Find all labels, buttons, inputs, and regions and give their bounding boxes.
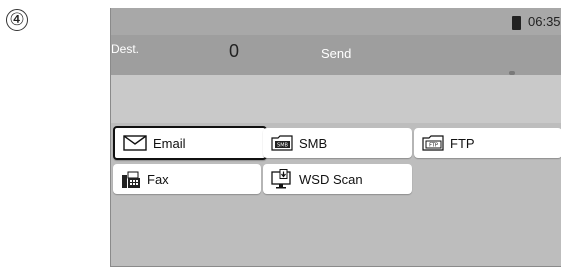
svg-text:FTP: FTP	[429, 143, 438, 149]
destination-bar[interactable]: Dest. 0 Send	[111, 35, 561, 75]
smb-button[interactable]: SMB SMB	[263, 128, 412, 158]
svg-text:SMB: SMB	[277, 143, 288, 149]
envelope-icon	[123, 135, 147, 151]
wsd-scan-button[interactable]: WSD Scan	[263, 164, 412, 194]
smb-folder-icon: SMB	[271, 135, 293, 151]
fax-button[interactable]: Fax	[113, 164, 261, 194]
clock: 06:35	[528, 14, 561, 29]
ftp-folder-icon: FTP	[422, 135, 444, 151]
fax-icon	[121, 169, 141, 189]
ftp-button-label: FTP	[450, 135, 475, 151]
dest-label: Dest.	[111, 42, 140, 56]
dest-count: 0	[229, 41, 240, 61]
battery-icon	[512, 16, 521, 30]
status-bar: 06:35	[111, 8, 561, 35]
smb-button-label: SMB	[299, 135, 328, 151]
touch-panel-screen: 06:35 Dest. 0 Send Email SMB SMB FTP FTP…	[110, 8, 561, 267]
email-button-label: Email	[153, 135, 186, 151]
sub-bar	[111, 75, 561, 123]
send-label: Send	[321, 46, 352, 61]
email-button[interactable]: Email	[113, 126, 267, 160]
ftp-button[interactable]: FTP FTP	[414, 128, 561, 158]
wsd-scan-button-label: WSD Scan	[299, 171, 363, 187]
fax-button-label: Fax	[147, 171, 169, 187]
wsd-scan-icon	[271, 169, 293, 189]
step-number-badge: ④	[6, 9, 28, 31]
